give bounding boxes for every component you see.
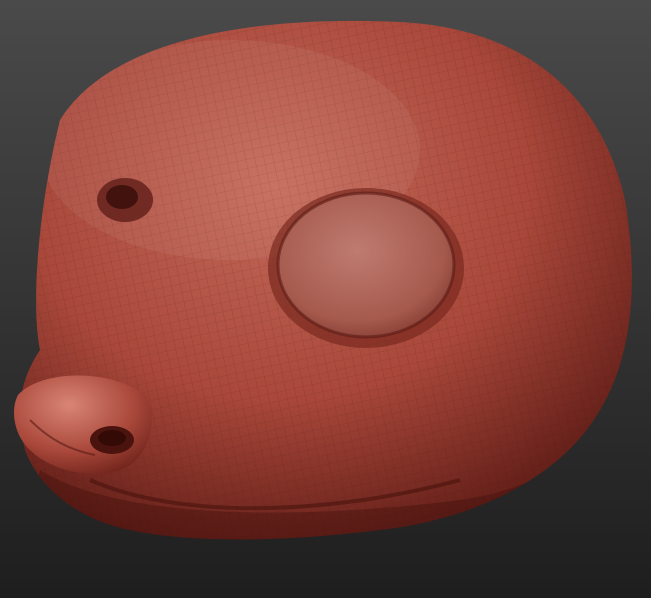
sculpt-viewport[interactable] (0, 0, 651, 598)
right-eye-socket[interactable] (268, 188, 464, 348)
sculpt-canvas[interactable] (0, 0, 651, 598)
left-eye-socket[interactable] (97, 178, 153, 222)
